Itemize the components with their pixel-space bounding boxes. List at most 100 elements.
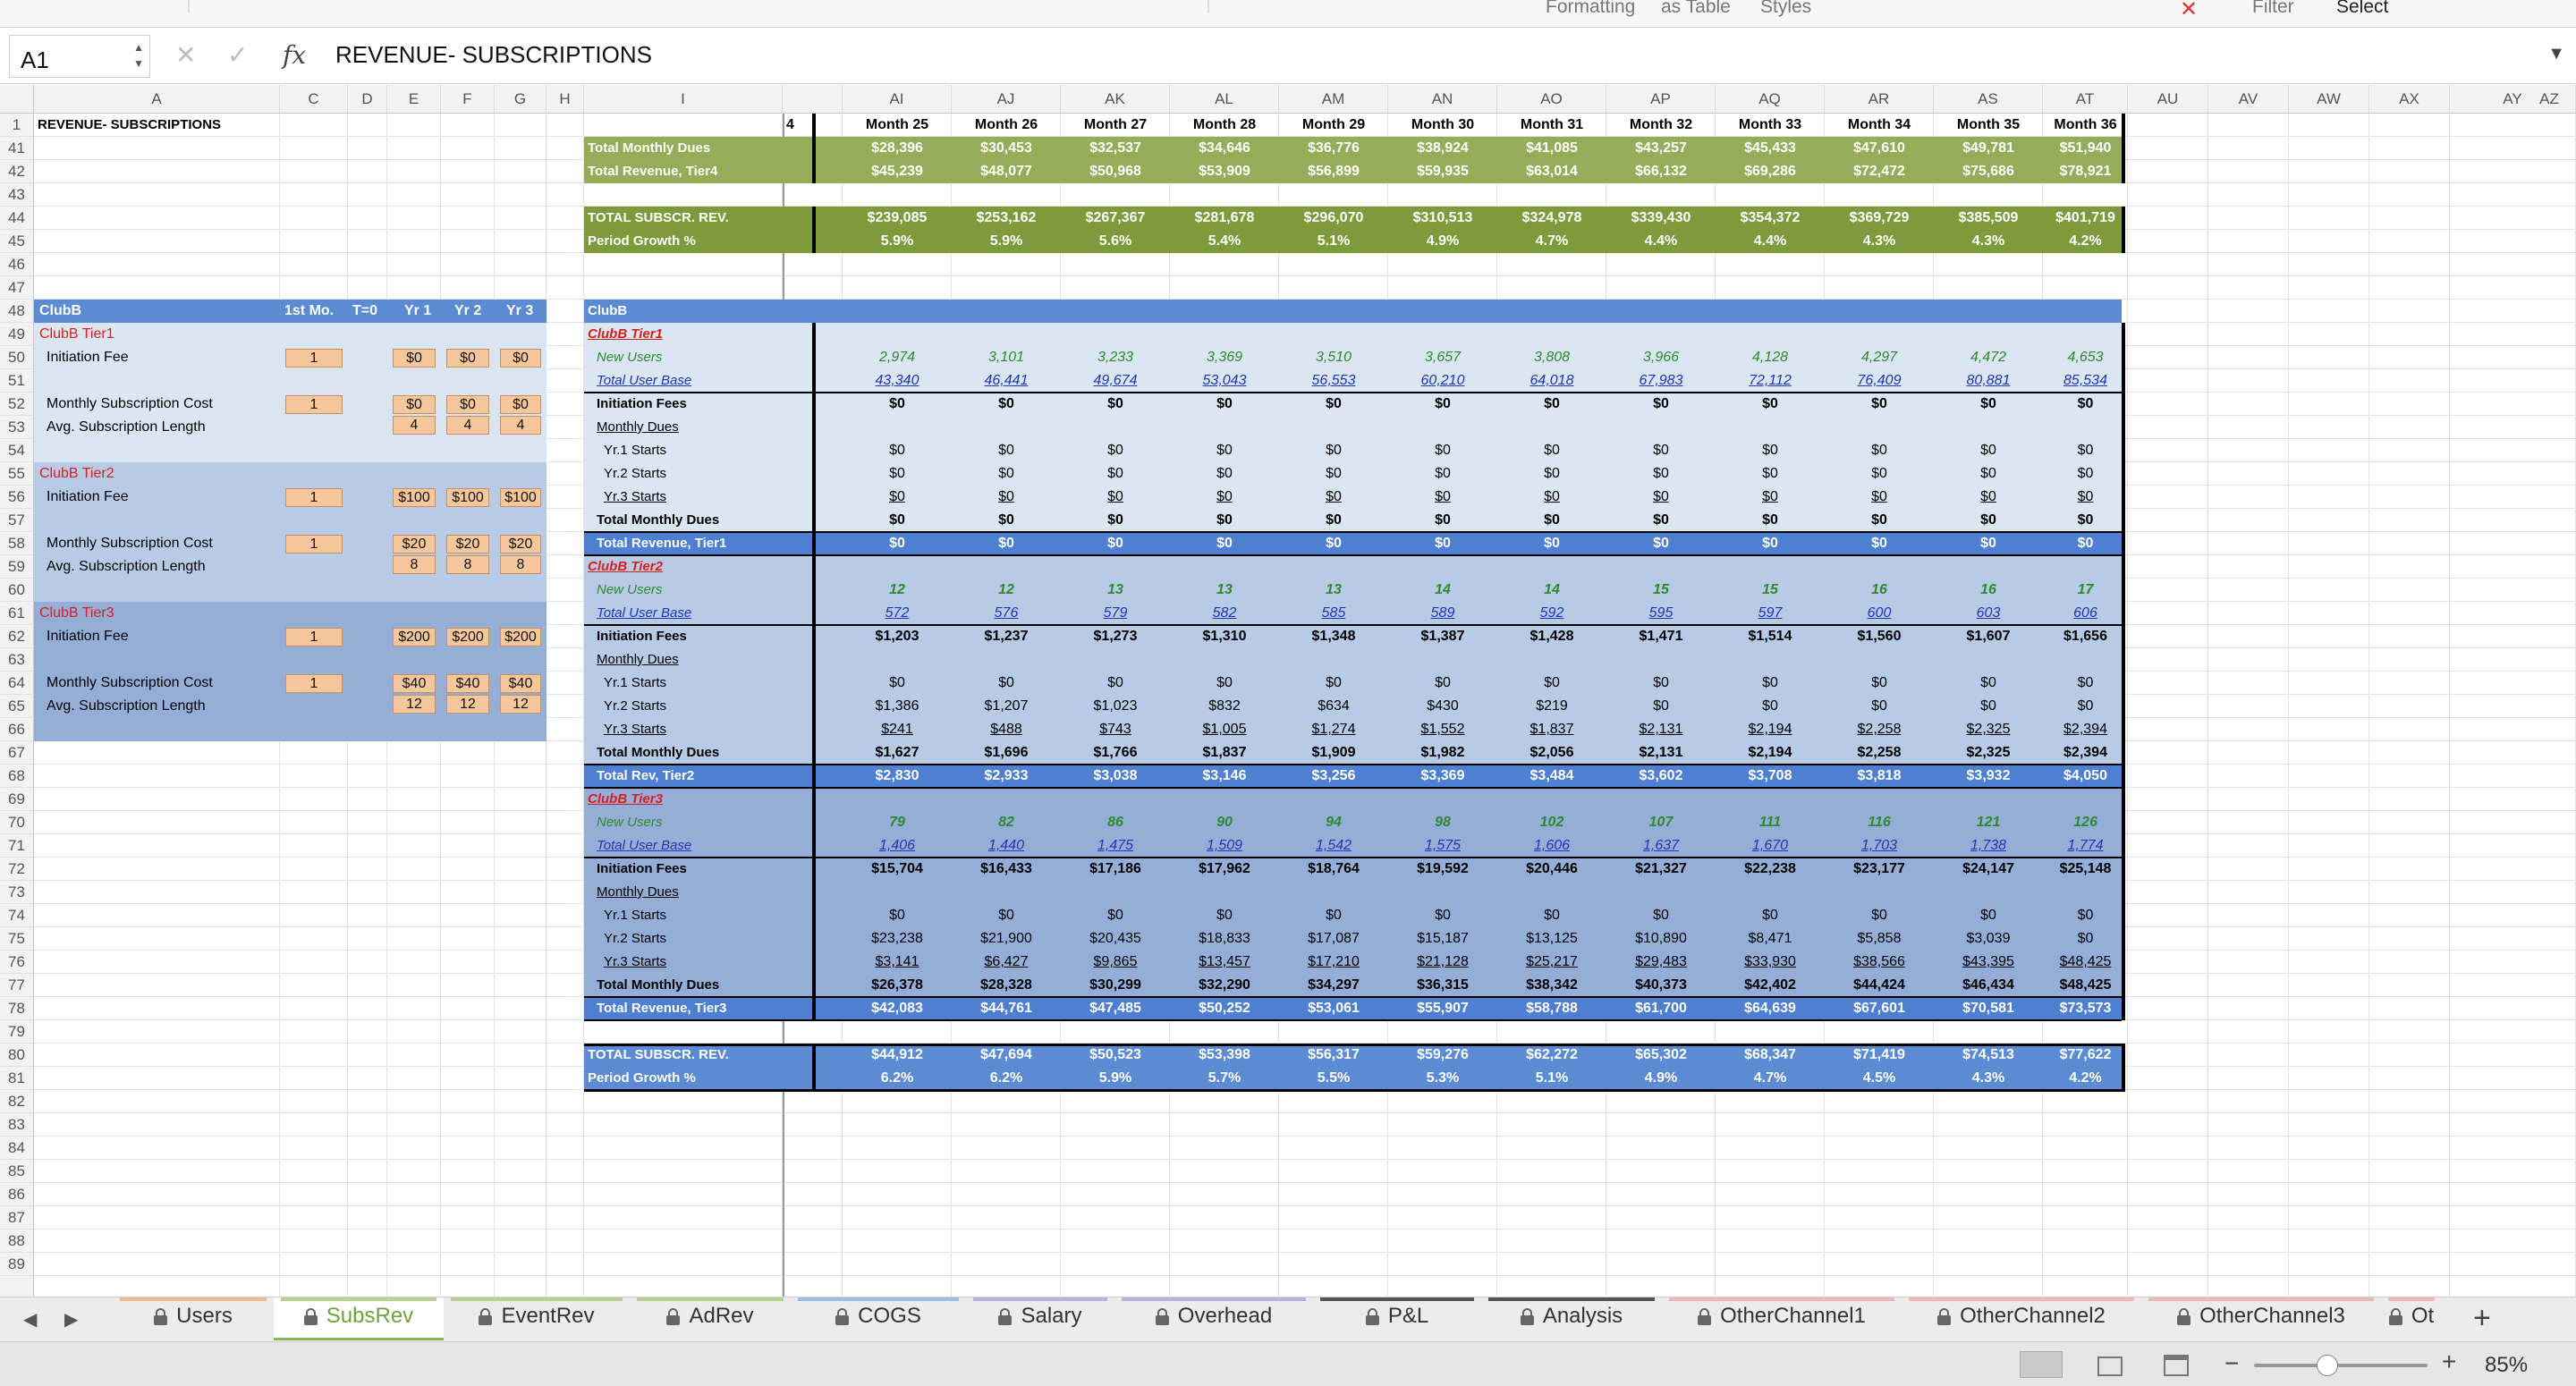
value-cell[interactable]: 13 xyxy=(1170,579,1279,602)
value-cell[interactable]: $1,766 xyxy=(1061,741,1170,765)
select-button[interactable]: Select xyxy=(2336,0,2388,18)
value-cell[interactable]: $0 xyxy=(1716,462,1825,486)
value-cell[interactable]: $0 xyxy=(1388,904,1497,927)
value-cell[interactable]: 4.3% xyxy=(1825,230,1934,253)
value-cell[interactable]: 6.2% xyxy=(952,1067,1061,1090)
month-header[interactable]: Month 33 xyxy=(1716,114,1825,137)
value-cell[interactable]: 79 xyxy=(843,811,952,834)
value-cell[interactable]: $44,912 xyxy=(843,1044,952,1067)
value-cell[interactable]: $1,310 xyxy=(1170,625,1279,648)
value-cell[interactable]: $59,935 xyxy=(1388,160,1497,183)
value-cell[interactable]: $23,177 xyxy=(1825,858,1934,881)
value-cell[interactable]: 1,738 xyxy=(1934,834,2043,858)
value-cell[interactable]: 13 xyxy=(1061,579,1170,602)
value-cell[interactable]: $0 xyxy=(1061,904,1170,927)
row-label-42[interactable]: Total Revenue, Tier4 xyxy=(588,160,717,183)
value-cell[interactable]: 3,369 xyxy=(1170,346,1279,369)
value-cell[interactable]: $0 xyxy=(1497,904,1606,927)
value-cell[interactable]: $0 xyxy=(1934,393,2043,416)
value-cell[interactable]: $23,238 xyxy=(843,927,952,951)
value-cell[interactable]: $0 xyxy=(1716,509,1825,532)
value-cell[interactable]: $0 xyxy=(1934,439,2043,462)
value-cell[interactable]: $15,704 xyxy=(843,858,952,881)
value-cell[interactable]: $45,433 xyxy=(1716,137,1825,160)
row-label-48[interactable]: ClubB xyxy=(588,300,627,323)
value-cell[interactable]: $38,342 xyxy=(1497,974,1606,997)
value-cell[interactable]: $48,077 xyxy=(952,160,1061,183)
value-cell[interactable]: $53,909 xyxy=(1170,160,1279,183)
value-cell[interactable]: $2,258 xyxy=(1825,741,1934,765)
value-cell[interactable]: $0 xyxy=(1388,462,1497,486)
value-cell[interactable]: $743 xyxy=(1061,718,1170,741)
row-header-70[interactable]: 70 xyxy=(0,811,33,834)
column-header-am[interactable]: AM xyxy=(1279,85,1388,114)
left-col-yr1[interactable]: Yr 1 xyxy=(404,300,431,323)
value-cell[interactable]: $0 xyxy=(952,486,1061,509)
value-cell[interactable]: $0 xyxy=(1825,695,1934,718)
column-header-g[interactable]: G xyxy=(495,85,547,114)
value-cell[interactable]: 1,637 xyxy=(1606,834,1716,858)
value-cell[interactable]: $48,425 xyxy=(2043,951,2128,974)
value-cell[interactable]: 4.2% xyxy=(2043,230,2128,253)
cancel-icon[interactable]: ✕ xyxy=(175,40,196,70)
row-label-73[interactable]: Monthly Dues xyxy=(597,881,679,904)
value-cell[interactable]: $1,909 xyxy=(1279,741,1388,765)
value-cell[interactable]: $65,302 xyxy=(1606,1044,1716,1067)
value-cell[interactable]: 80,881 xyxy=(1934,369,2043,393)
value-cell[interactable]: $1,274 xyxy=(1279,718,1388,741)
value-cell[interactable]: $0 xyxy=(1825,462,1934,486)
value-cell[interactable]: 5.9% xyxy=(1061,1067,1170,1090)
sheet-tab-ot[interactable]: Ot xyxy=(2381,1297,2442,1340)
row-label-63[interactable]: Monthly Dues xyxy=(597,648,679,672)
value-cell[interactable]: 49,674 xyxy=(1061,369,1170,393)
left-monthly-cost-label[interactable]: Monthly Subscription Cost xyxy=(47,393,213,416)
value-cell[interactable]: $0 xyxy=(1825,509,1934,532)
value-cell[interactable]: $47,694 xyxy=(952,1044,1061,1067)
value-cell[interactable]: 595 xyxy=(1606,602,1716,625)
row-header-67[interactable]: 67 xyxy=(0,741,33,765)
value-cell[interactable]: $78,921 xyxy=(2043,160,2128,183)
value-cell[interactable]: $0 xyxy=(1716,672,1825,695)
value-cell[interactable]: $0 xyxy=(1716,439,1825,462)
value-cell[interactable]: 1,670 xyxy=(1716,834,1825,858)
column-header-d[interactable]: D xyxy=(348,85,387,114)
zoom-out-button[interactable]: − xyxy=(2224,1349,2239,1378)
value-cell[interactable]: $44,761 xyxy=(952,997,1061,1020)
value-cell[interactable]: $488 xyxy=(952,718,1061,741)
value-cell[interactable]: $267,367 xyxy=(1061,207,1170,230)
value-cell[interactable]: $0 xyxy=(2043,509,2128,532)
value-cell[interactable]: $22,238 xyxy=(1716,858,1825,881)
left-monthly-cost-label[interactable]: Monthly Subscription Cost xyxy=(47,532,213,555)
value-cell[interactable]: $19,592 xyxy=(1388,858,1497,881)
input-avg-length[interactable]: 8 xyxy=(393,555,436,574)
value-cell[interactable]: $0 xyxy=(1279,439,1388,462)
zoom-slider-handle[interactable] xyxy=(2317,1355,2338,1376)
sheet-tab-salary[interactable]: Salary xyxy=(966,1297,1114,1340)
value-cell[interactable]: 116 xyxy=(1825,811,1934,834)
value-cell[interactable]: $0 xyxy=(1716,532,1825,555)
row-header-51[interactable]: 51 xyxy=(0,369,33,393)
add-sheet-button[interactable]: + xyxy=(2473,1301,2491,1336)
value-cell[interactable]: 3,966 xyxy=(1606,346,1716,369)
row-label-54[interactable]: Yr.1 Starts xyxy=(604,439,666,462)
value-cell[interactable]: 94 xyxy=(1279,811,1388,834)
row-label-51[interactable]: Total User Base xyxy=(597,369,691,393)
value-cell[interactable]: $0 xyxy=(1279,486,1388,509)
value-cell[interactable]: $1,837 xyxy=(1497,718,1606,741)
filter-button[interactable]: Filter xyxy=(2252,0,2294,18)
value-cell[interactable]: $0 xyxy=(1825,672,1934,695)
input-avg-length[interactable]: 12 xyxy=(393,695,436,714)
value-cell[interactable]: 597 xyxy=(1716,602,1825,625)
value-cell[interactable]: 5.4% xyxy=(1170,230,1279,253)
value-cell[interactable]: $0 xyxy=(1061,532,1170,555)
value-cell[interactable]: $0 xyxy=(1388,532,1497,555)
cell-area[interactable]: REVENUE- SUBSCRIPTIONS 4 Month 25 Month 26 M… xyxy=(34,114,2576,1306)
value-cell[interactable]: $2,933 xyxy=(952,765,1061,788)
left-avg-length-label[interactable]: Avg. Subscription Length xyxy=(47,695,206,718)
value-cell[interactable]: $50,968 xyxy=(1061,160,1170,183)
value-cell[interactable]: $3,039 xyxy=(1934,927,2043,951)
value-cell[interactable]: $0 xyxy=(1279,904,1388,927)
value-cell[interactable]: $1,273 xyxy=(1061,625,1170,648)
value-cell[interactable]: $0 xyxy=(843,393,952,416)
value-cell[interactable]: $1,387 xyxy=(1388,625,1497,648)
